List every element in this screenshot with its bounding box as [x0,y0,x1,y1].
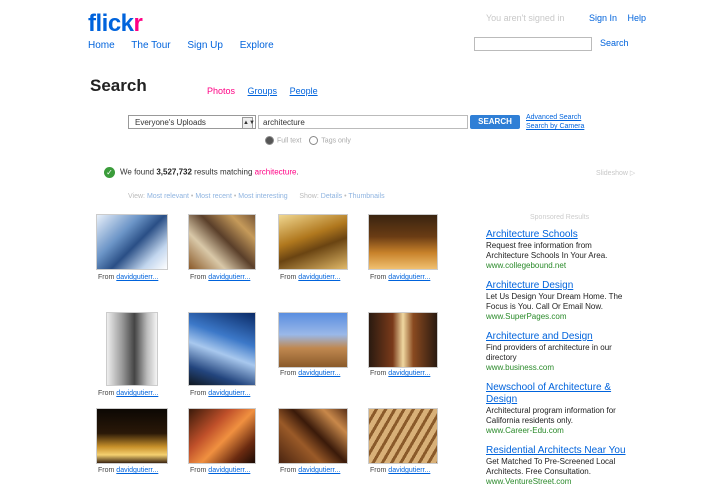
owner-link[interactable]: davidgutierr... [388,274,430,281]
tab-people[interactable]: People [290,86,318,96]
sort-most-interesting[interactable]: Most interesting [238,193,287,200]
sort-most-recent[interactable]: Most recent [195,193,232,200]
owner-link[interactable]: davidgutierr... [298,467,340,474]
tags-only-radio[interactable] [309,136,319,145]
owner-link[interactable]: davidgutierr... [388,467,430,474]
flickr-logo[interactable]: flickr [88,10,143,38]
header-search-input[interactable] [474,37,592,51]
results-term: architecture [254,167,297,177]
search-scope-select[interactable]: Everyone's Uploads ▲▼ [128,115,256,129]
show-thumbnails[interactable]: Thumbnails [348,193,384,200]
main-nav: Home The Tour Sign Up Explore [88,40,288,51]
ad-item: Architecture Design Let Us Design Your D… [486,280,636,322]
search-tabs: Photos Groups People [207,86,328,96]
sign-in-link[interactable]: Sign In [589,13,617,23]
nav-the-tour[interactable]: The Tour [131,40,170,51]
show-details[interactable]: Details [321,193,342,200]
ad-item: Architecture Schools Request free inform… [486,229,636,271]
nav-explore[interactable]: Explore [240,40,274,51]
photo-thumbnail[interactable] [368,408,438,464]
photo-thumbnail[interactable] [188,312,256,386]
search-query-input[interactable]: architecture [258,115,468,129]
nav-home[interactable]: Home [88,40,115,51]
owner-link[interactable]: davidgutierr... [208,467,250,474]
ad-url[interactable]: www.Career-Edu.com [486,426,636,436]
slideshow-link[interactable]: Slideshow ▷ [596,169,635,177]
owner-link[interactable]: davidgutierr... [116,274,158,281]
ad-text: Find providers of architecture in our di… [486,343,612,362]
ad-url[interactable]: www.business.com [486,363,636,373]
full-text-label: Full text [277,137,302,145]
owner-link[interactable]: davidgutierr... [298,274,340,281]
check-icon: ✓ [104,167,115,178]
photo-thumbnail[interactable] [368,312,438,368]
photo-thumbnail[interactable] [188,214,256,270]
header-search-button[interactable]: Search [600,38,629,48]
ad-text: Request free information from Architectu… [486,241,608,260]
ad-title[interactable]: Newschool of Architecture & Design [486,382,636,406]
account-links: You aren't signed in Sign In Help [478,13,646,23]
owner-link[interactable]: davidgutierr... [298,370,340,377]
ad-title[interactable]: Residential Architects Near You [486,445,636,457]
photo-thumbnail[interactable] [278,312,348,368]
owner-link[interactable]: davidgutierr... [116,390,158,397]
search-scope-value: Everyone's Uploads [135,118,206,127]
photo-thumbnail[interactable] [96,408,168,464]
help-link[interactable]: Help [627,13,646,23]
photo-thumbnail[interactable] [368,214,438,270]
tab-groups[interactable]: Groups [248,86,278,96]
ad-title[interactable]: Architecture Design [486,280,636,292]
page-title: Search [90,76,147,95]
ad-url[interactable]: www.collegebound.net [486,261,636,271]
ad-item: Newschool of Architecture & Design Archi… [486,382,636,436]
photo-thumbnail[interactable] [96,214,168,270]
tab-photos[interactable]: Photos [207,86,235,96]
results-count: 3,527,732 [156,167,192,177]
sponsored-label: Sponsored Results [530,214,590,221]
ad-item: Residential Architects Near You Get Matc… [486,445,636,487]
photo-thumbnail[interactable] [278,408,348,464]
ad-title[interactable]: Architecture Schools [486,229,636,241]
owner-link[interactable]: davidgutierr... [116,467,158,474]
ad-text: Architectural program information for Ca… [486,406,616,425]
ad-text: Let Us Design Your Dream Home. The Focus… [486,292,623,311]
sort-most-relevant[interactable]: Most relevant [147,193,189,200]
search-mode-options: Full text Tags only [265,136,351,145]
search-button[interactable]: SEARCH [470,115,520,129]
select-arrow-icon: ▲▼ [242,117,255,129]
nav-sign-up[interactable]: Sign Up [187,40,223,51]
results-summary: ✓ We found 3,527,732 results matching arc… [104,167,299,178]
ad-url[interactable]: www.VentureStreet.com [486,477,636,487]
owner-link[interactable]: davidgutierr... [388,370,430,377]
owner-link[interactable]: davidgutierr... [208,274,250,281]
signed-out-status: You aren't signed in [485,13,565,23]
view-options: View: Most relevant • Most recent • Most… [128,193,385,200]
full-text-radio[interactable] [265,136,274,145]
advanced-search-link[interactable]: Advanced Search [526,113,584,122]
photo-thumbnail[interactable] [278,214,348,270]
ad-title[interactable]: Architecture and Design [486,331,636,343]
ad-url[interactable]: www.SuperPages.com [486,312,636,322]
ad-item: Architecture and Design Find providers o… [486,331,636,373]
advanced-links: Advanced Search Search by Camera [526,113,584,131]
ad-text: Get Matched To Pre-Screened Local Archit… [486,457,616,476]
photo-thumbnail[interactable] [188,408,256,464]
owner-link[interactable]: davidgutierr... [208,390,250,397]
photo-thumbnail[interactable] [106,312,158,386]
search-by-camera-link[interactable]: Search by Camera [526,122,584,131]
tags-only-label: Tags only [321,137,351,145]
